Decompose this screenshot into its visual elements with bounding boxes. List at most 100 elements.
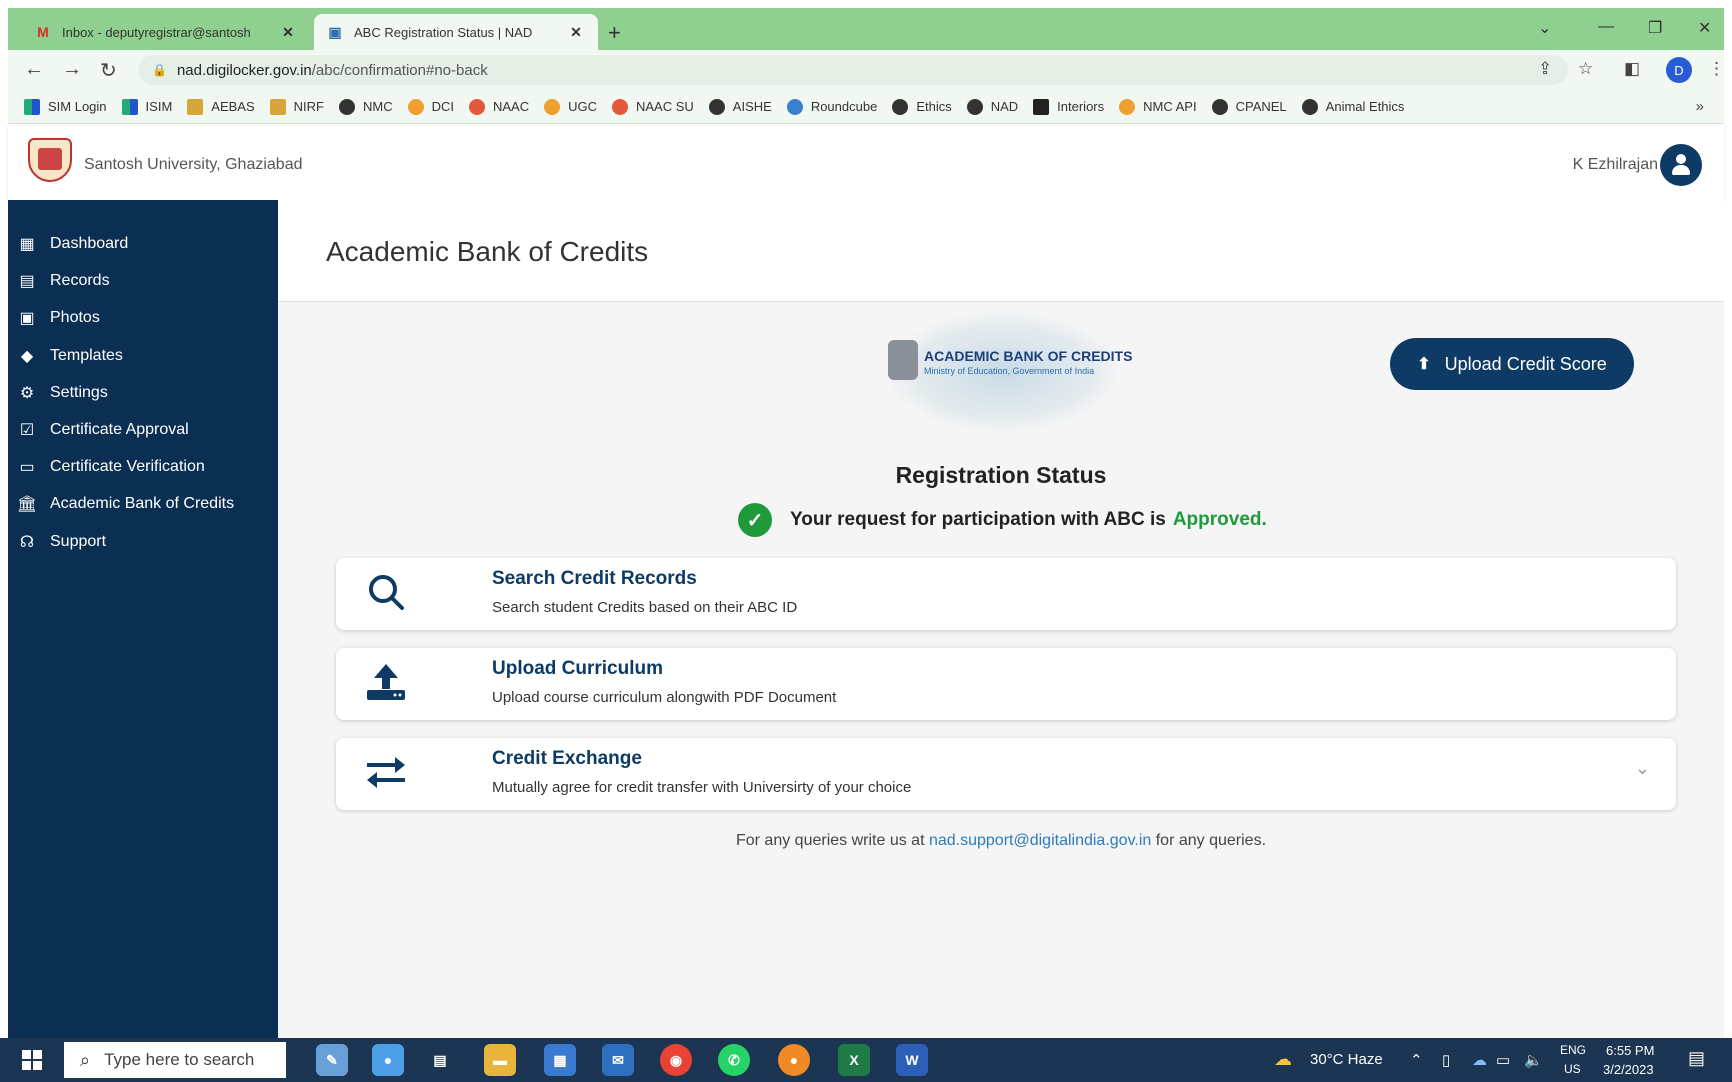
share-icon[interactable]: ⇪ [1538,59,1552,79]
firefox-icon[interactable]: ● [778,1044,810,1076]
support-email-link[interactable]: nad.support@digitalindia.gov.in [929,832,1151,849]
bookmark-item[interactable]: Animal Ethics [1301,98,1404,115]
sidebar-item-templates[interactable]: ◆ Templates [16,340,123,372]
sidebar-item-support[interactable]: ☊ Support [16,526,106,558]
windows-taskbar: ⌕ Type here to search ✎ ● ▤ ▬ ▦ ✉ ◉ ✆ ● … [0,1038,1732,1082]
clock-date[interactable]: 3/2/2023 [1603,1062,1654,1077]
language-indicator[interactable]: ENG [1560,1043,1586,1057]
bookmark-item[interactable]: SIM Login [24,98,107,115]
page-header: Academic Bank of Credits [278,200,1724,302]
weather-text[interactable]: 30°C Haze [1310,1051,1383,1068]
search-icon: ⌕ [80,1049,91,1070]
network-icon[interactable]: ▯ [1442,1051,1450,1069]
new-tab-button[interactable]: + [608,20,621,46]
sidepanel-icon[interactable]: ◧ [1624,59,1640,79]
file-explorer-icon[interactable]: ▬ [484,1044,516,1076]
word-icon[interactable]: W [896,1044,928,1076]
sidebar-item-dashboard[interactable]: ▦ Dashboard [16,228,128,260]
card-title: Upload Curriculum [492,658,664,679]
bookmark-item[interactable]: UGC [544,98,597,115]
profile-avatar[interactable]: D [1666,57,1692,83]
chrome-icon[interactable]: ◉ [660,1044,692,1076]
user-name[interactable]: K Ezhilrajan [1573,156,1658,174]
card-description: Search student Credits based on their AB… [492,599,798,616]
whatsapp-icon[interactable]: ✆ [718,1044,750,1076]
volume-icon[interactable]: 🔈 [1524,1051,1543,1069]
status-text: Your request for participation with ABC … [790,509,1166,530]
file-icon: ▤ [19,273,35,290]
sidebar-item-label: Support [50,533,107,550]
bookmark-icon [612,98,628,115]
upload-credit-score-button[interactable]: ⬆ Upload Credit Score [1390,338,1634,390]
bookmark-item[interactable]: CPANEL [1211,98,1287,115]
excel-icon[interactable]: X [838,1044,870,1076]
bookmarks-overflow-button[interactable]: » [1696,98,1704,115]
bookmark-item[interactable]: DCI [407,98,454,115]
restore-button[interactable]: ❐ [1648,18,1662,38]
bookmark-item[interactable]: NIRF [269,98,324,115]
bookmark-icon [24,98,40,115]
tab-abc-registration[interactable]: ▣ ABC Registration Status | NAD ✕ [314,14,598,50]
upload-curriculum-card[interactable]: Upload Curriculum Upload course curricul… [336,648,1676,720]
bookmark-item[interactable]: NAAC SU [612,98,694,115]
mail-icon[interactable]: ✉ [602,1044,634,1076]
display-icon[interactable]: ▭ [1496,1051,1510,1069]
sidebar-item-certificate-verification[interactable]: ▭ Certificate Verification [16,451,204,483]
forward-icon[interactable]: → [62,58,82,81]
address-bar[interactable]: 🔒 nad.digilocker.gov.in/abc/confirmation… [138,55,1568,85]
bookmark-item[interactable]: AISHE [708,98,772,115]
store-icon[interactable]: ▦ [544,1044,576,1076]
bookmark-item[interactable]: NMC API [1119,98,1197,115]
reload-icon[interactable]: ↻ [100,58,117,83]
widget-icon[interactable]: ✎ [316,1044,348,1076]
app-header: Santosh University, Ghaziabad K Ezhilraj… [8,124,1724,200]
windows-start-icon[interactable] [22,1050,42,1070]
credit-exchange-card[interactable]: Credit Exchange Mutually agree for credi… [336,738,1676,810]
bookmark-item[interactable]: NAAC [468,98,529,115]
search-credit-records-card[interactable]: Search Credit Records Search student Cre… [336,558,1676,630]
sidebar-item-academic-bank-of-credits[interactable]: 🏛 Academic Bank of Credits [16,488,234,520]
user-avatar-icon[interactable] [1660,144,1702,186]
sidebar-item-certificate-approval[interactable]: ☑ Certificate Approval [16,414,189,446]
close-icon[interactable]: ✕ [566,24,586,41]
close-window-button[interactable]: ✕ [1698,18,1711,38]
onedrive-icon[interactable]: ☁ [1472,1051,1487,1069]
sidebar-item-records[interactable]: ▤ Records [16,265,110,297]
gmail-icon: M [37,24,49,40]
bookmark-item[interactable]: AEBAS [187,98,255,115]
cortana-icon[interactable]: ● [372,1044,404,1076]
tray-overflow-icon[interactable]: ⌃ [1410,1051,1423,1069]
bookmark-icon [121,98,138,115]
minimize-button[interactable]: — [1598,18,1614,36]
menu-icon[interactable]: ⋮ [1708,59,1725,79]
sidebar-item-settings[interactable]: ⚙ Settings [16,377,108,409]
card-description: Upload course curriculum alongwith PDF D… [492,689,837,706]
task-view-icon[interactable]: ▤ [424,1044,456,1076]
sidebar-item-photos[interactable]: ▣ Photos [16,302,99,334]
taskbar-search-input[interactable]: ⌕ Type here to search [64,1042,286,1078]
back-icon[interactable]: ← [24,58,44,81]
verification-icon: ▭ [19,459,35,476]
university-name: Santosh University, Ghaziabad [84,156,303,173]
bookmark-item[interactable]: Interiors [1033,98,1104,115]
chevron-down-icon[interactable]: ⌄ [1635,758,1650,779]
bookmark-item[interactable]: NMC [338,98,393,115]
star-icon[interactable]: ☆ [1578,59,1593,79]
notifications-icon[interactable]: ▤ [1688,1048,1705,1069]
sidebar-item-label: Certificate Approval [50,421,189,438]
clock-time[interactable]: 6:55 PM [1606,1043,1654,1058]
bookmark-item[interactable]: NAD [966,98,1018,115]
sidebar-item-label: Records [50,272,110,289]
bookmark-item[interactable]: Ethics [892,98,952,115]
close-icon[interactable]: ✕ [278,24,298,41]
globe-icon [966,98,983,115]
sidebar-item-label: Dashboard [50,235,129,252]
bookmark-item[interactable]: ISIM [121,98,172,115]
globe-icon [1211,98,1228,115]
region-indicator[interactable]: US [1564,1062,1581,1076]
bookmark-item[interactable]: Roundcube [786,98,877,115]
tab-inbox[interactable]: M Inbox - deputyregistrar@santosh ✕ [22,14,310,50]
tab-search-icon[interactable]: ⌄ [1538,18,1551,38]
bookmark-icon [786,98,803,115]
search-icon [364,570,408,614]
